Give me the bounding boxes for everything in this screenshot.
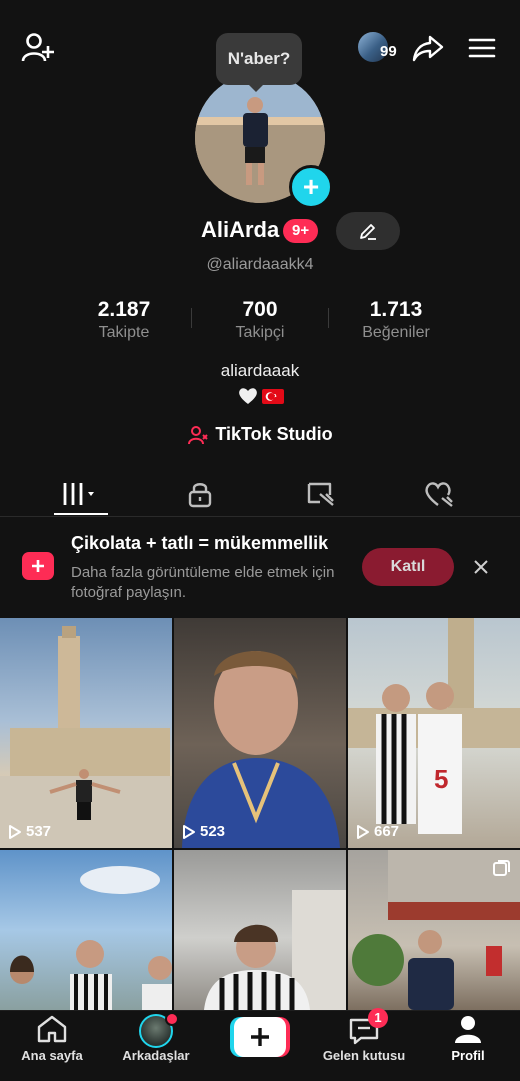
studio-label: TikTok Studio (215, 424, 333, 444)
stat-label: Takipte (98, 324, 150, 341)
multi-photo-icon (493, 860, 510, 876)
room-scene (204, 890, 346, 1010)
stat-value: 1.713 (369, 298, 423, 321)
menu-button[interactable] (466, 30, 498, 66)
nav-inbox[interactable]: 1 Gelen kutusu (312, 1008, 416, 1074)
lock-icon (188, 483, 212, 508)
bio-text: aliardaaak (220, 361, 300, 380)
camera-plus-icon (22, 552, 54, 580)
status-bubble[interactable]: N'aber? (216, 33, 302, 85)
edit-profile-button[interactable] (336, 212, 400, 250)
nav-label: Arkadaşlar (122, 1048, 190, 1063)
add-photo-button[interactable]: + (289, 165, 333, 209)
nav-label: Gelen kutusu (322, 1048, 406, 1063)
close-icon (474, 560, 488, 574)
following-stat[interactable]: 2.187 Takipte (59, 298, 189, 342)
tab-videos[interactable] (36, 472, 126, 516)
join-button[interactable]: Katıl (362, 548, 454, 586)
white-heart-icon (239, 388, 257, 404)
promo-description: Daha fazla görüntüleme elde etmek için f… (71, 564, 335, 601)
notification-badge: 9+ (283, 219, 319, 243)
svg-text:5: 5 (434, 764, 448, 794)
active-tab-indicator (54, 513, 108, 515)
tiktok-studio-link[interactable]: TikTok Studio (0, 424, 520, 445)
grid-icon (63, 483, 94, 505)
video-thumbnail[interactable] (348, 850, 520, 1010)
play-icon (183, 824, 195, 839)
likes-stat[interactable]: 1.713 Beğeniler (331, 298, 461, 342)
plus-icon: + (302, 171, 320, 202)
group-scene (10, 866, 172, 1010)
stat-value: 2.187 (97, 298, 151, 321)
profile-name: AliArda (201, 217, 280, 242)
mosque-scene (0, 626, 172, 848)
nav-label: Ana sayfa (21, 1048, 83, 1063)
hamburger-icon (468, 38, 496, 58)
view-count: 667 (356, 823, 399, 840)
studio-user-icon (188, 425, 209, 444)
view-count: 523 (182, 823, 225, 840)
share-icon (412, 35, 444, 62)
tab-private[interactable] (155, 472, 245, 516)
close-button[interactable] (468, 554, 494, 580)
share-button[interactable] (410, 28, 446, 68)
add-friend-button[interactable] (18, 28, 58, 68)
video-thumbnail[interactable] (174, 850, 346, 1010)
view-count: 537 (8, 823, 51, 840)
nav-home[interactable]: Ana sayfa (0, 1014, 104, 1074)
play-icon (357, 824, 369, 839)
profile-icon (455, 1016, 481, 1043)
followers-stat[interactable]: 700 Takipçi (195, 298, 325, 342)
video-thumbnail[interactable]: 523 (174, 618, 346, 848)
create-button[interactable] (230, 1017, 290, 1057)
video-thumbnail[interactable]: 5 667 (348, 618, 520, 848)
liked-heart-icon (425, 482, 453, 507)
promo-title: Çikolata + tatlı = mükemmellik (71, 533, 329, 553)
stat-value: 700 (242, 298, 278, 321)
tagged-icon (307, 482, 334, 506)
selfie-scene (182, 651, 340, 848)
bio-emojis (237, 386, 287, 406)
tab-reposts[interactable] (276, 472, 366, 516)
stat-label: Takipçi (235, 324, 285, 341)
visitor-avatars[interactable]: 99 (356, 30, 402, 66)
nav-friends[interactable]: Arkadaşlar (104, 1012, 208, 1074)
bubble-tail (248, 84, 264, 92)
play-icon (9, 824, 21, 839)
tab-liked[interactable] (394, 472, 484, 516)
create-plus-icon (230, 1017, 290, 1057)
stat-label: Beğeniler (362, 324, 430, 341)
visitor-count: 99 (380, 43, 397, 60)
nav-label: Profil (451, 1048, 485, 1063)
add-user-icon (21, 33, 54, 62)
friends-notification-dot (165, 1012, 179, 1026)
pencil-icon (360, 224, 376, 240)
two-fans-scene: 5 (348, 618, 520, 834)
video-thumbnail[interactable]: 537 (0, 618, 172, 848)
home-icon (37, 1015, 67, 1043)
stat-divider (191, 308, 192, 328)
nav-profile[interactable]: Profil (416, 1014, 520, 1074)
video-thumbnail[interactable] (0, 850, 172, 1010)
stat-divider (328, 308, 329, 328)
inbox-badge: 1 (368, 1008, 388, 1028)
profile-handle: @aliardaaakk4 (206, 256, 314, 273)
